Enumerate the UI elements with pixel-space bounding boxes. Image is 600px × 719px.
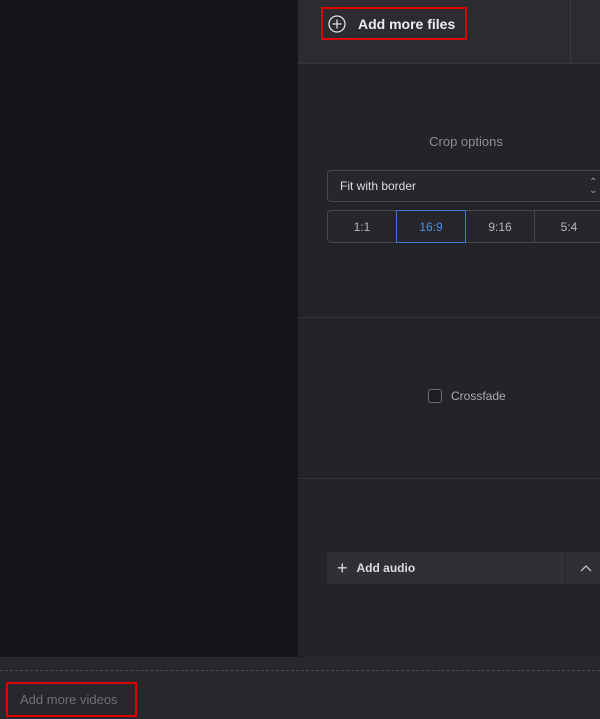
select-arrows-icon: ⌃ ⌄	[589, 177, 598, 196]
ratio-button-1-1[interactable]: 1:1	[327, 210, 397, 243]
add-more-files-label: Add more files	[358, 15, 456, 32]
video-preview-area	[0, 0, 298, 657]
fit-mode-select[interactable]: Fit with border ⌃ ⌄	[327, 170, 600, 202]
aspect-ratio-group: 1:1 16:9 9:16 5:4	[327, 210, 600, 243]
crossfade-section: Crossfade	[298, 318, 600, 479]
settings-panel: Add more files Crop options Fit with bor…	[298, 0, 600, 657]
toolbar-divider	[570, 0, 571, 63]
panel-top-bar: Add more files	[298, 0, 600, 64]
crossfade-toggle[interactable]: Crossfade	[428, 389, 506, 403]
fit-mode-value: Fit with border	[340, 179, 417, 193]
audio-section: + Add audio	[298, 479, 600, 657]
plus-circle-icon	[328, 14, 346, 33]
add-more-files-button[interactable]: Add more files	[321, 7, 467, 40]
crossfade-label: Crossfade	[451, 389, 506, 403]
add-more-videos-label: Add more videos	[20, 692, 118, 707]
crop-options-section: Crop options Fit with border ⌃ ⌄ 1:1 16:9…	[298, 64, 600, 318]
ratio-button-9-16[interactable]: 9:16	[465, 210, 535, 243]
timeline-dashed-divider	[0, 670, 600, 671]
add-more-videos-button[interactable]: Add more videos	[6, 682, 137, 717]
crop-options-title: Crop options	[429, 134, 503, 149]
ratio-button-16-9[interactable]: 16:9	[396, 210, 466, 243]
add-audio-button[interactable]: + Add audio	[327, 552, 565, 584]
chevron-up-icon	[580, 559, 592, 577]
crossfade-checkbox[interactable]	[428, 389, 442, 403]
audio-collapse-button[interactable]	[566, 552, 600, 584]
add-audio-label: Add audio	[356, 561, 416, 575]
plus-icon: +	[337, 557, 348, 578]
ratio-button-5-4[interactable]: 5:4	[534, 210, 600, 243]
timeline-bar: Add more videos	[0, 657, 600, 719]
